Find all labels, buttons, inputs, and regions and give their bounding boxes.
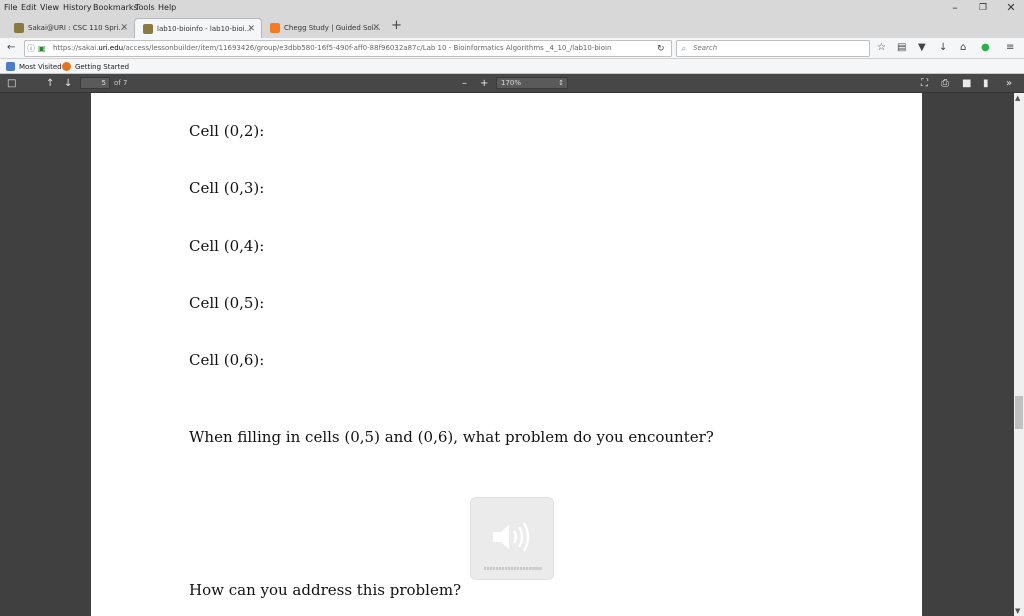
new-tab-button[interactable]: + — [391, 18, 402, 33]
chegg-icon — [270, 23, 280, 33]
zoom-select[interactable]: 170% ↕ — [496, 77, 568, 89]
firefox-icon — [62, 62, 71, 71]
tab-close-button[interactable]: ✕ — [247, 24, 255, 34]
bookmark-getting-started[interactable]: Getting Started — [62, 62, 129, 71]
chevron-down-icon: ↕ — [558, 79, 564, 87]
previous-page-icon[interactable]: ↑ — [46, 77, 54, 90]
pocket-icon[interactable]: ▼ — [918, 41, 926, 55]
menu-bookmarks[interactable]: Bookmarks — [93, 3, 138, 12]
zoom-value: 170% — [501, 79, 522, 87]
tab-chegg-study[interactable]: Chegg Study | Guided Sol... ✕ — [262, 18, 386, 38]
tab-bar: Sakai@URI : CSC 110 Spri... ✕ lab10-bioi… — [0, 16, 1024, 38]
tab-sakai-csc110[interactable]: Sakai@URI : CSC 110 Spri... ✕ — [6, 18, 134, 38]
zoom-in-button[interactable]: + — [480, 77, 488, 90]
pdf-page: Cell (0,2): Cell (0,3): Cell (0,4): Cell… — [91, 93, 922, 616]
info-icon[interactable]: ⓘ — [27, 42, 35, 56]
navigation-bar: ← ⓘ ▣ https://sakai.uri.edu/access/lesso… — [0, 38, 1024, 59]
cell-0-5-label: Cell (0,5): — [189, 294, 265, 312]
page-number-input[interactable]: 5 — [80, 77, 110, 89]
menu-file[interactable]: File — [4, 3, 17, 12]
bookmark-label: Most Visited — [19, 62, 62, 71]
cell-0-3-label: Cell (0,3): — [189, 179, 265, 197]
menu-help[interactable]: Help — [158, 3, 176, 12]
search-placeholder: Search — [693, 44, 718, 52]
cell-0-6-label: Cell (0,6): — [189, 351, 265, 369]
bookmark-star-icon[interactable]: ☆ — [877, 41, 886, 55]
question-problem: When filling in cells (0,5) and (0,6), w… — [189, 428, 714, 446]
most-visited-icon — [6, 62, 15, 71]
url-bar[interactable]: ⓘ ▣ https://sakai.uri.edu/access/lessonb… — [24, 40, 672, 57]
presentation-mode-icon[interactable]: ⛶ — [921, 77, 928, 90]
bookmark-most-visited[interactable]: Most Visited — [6, 62, 62, 71]
home-icon[interactable]: ⌂ — [960, 41, 966, 55]
maximize-button[interactable]: ❐ — [968, 0, 998, 16]
sidebar-toggle-icon[interactable]: □ — [7, 77, 16, 90]
sakai-icon — [143, 23, 153, 34]
menu-history[interactable]: History — [63, 3, 91, 12]
reload-icon[interactable]: ↻ — [657, 42, 665, 56]
cell-0-4-label: Cell (0,4): — [189, 237, 265, 255]
menu-bar: File Edit View History Bookmarks Tools H… — [0, 0, 1024, 16]
next-page-icon[interactable]: ↓ — [64, 77, 72, 90]
tab-close-button[interactable]: ✕ — [120, 23, 128, 33]
scroll-up-icon[interactable]: ▲ — [1015, 94, 1020, 102]
close-window-button[interactable]: ✕ — [996, 0, 1024, 16]
reading-list-icon[interactable]: ▤ — [897, 41, 906, 55]
tools-chevron-icon[interactable]: » — [1006, 77, 1012, 90]
grammarly-icon[interactable]: ● — [981, 41, 990, 55]
tab-label: lab10-bioinfo - lab10-bioi... — [157, 24, 252, 33]
pdf-viewer: Cell (0,2): Cell (0,3): Cell (0,4): Cell… — [0, 93, 1014, 616]
menu-tools[interactable]: Tools — [135, 3, 155, 12]
audio-progress-bar[interactable] — [484, 567, 542, 570]
tab-lab10-bioinfo[interactable]: lab10-bioinfo - lab10-bioi... ✕ — [134, 18, 262, 38]
tab-label: Chegg Study | Guided Sol... — [284, 24, 381, 32]
scrollbar-thumb[interactable] — [1015, 396, 1023, 429]
menu-edit[interactable]: Edit — [21, 3, 37, 12]
search-icon: ⌕ — [681, 44, 686, 53]
tab-label: Sakai@URI : CSC 110 Spri... — [28, 24, 126, 32]
cell-0-2-label: Cell (0,2): — [189, 122, 265, 140]
question-address: How can you address this problem? — [189, 581, 462, 599]
bookmark-icon[interactable]: ▮ — [983, 77, 989, 90]
speaker-icon — [493, 522, 530, 552]
download-icon[interactable]: ↓ — [939, 41, 947, 55]
minimize-button[interactable]: – — [940, 0, 970, 16]
zoom-out-button[interactable]: – — [462, 77, 467, 90]
lock-icon: ▣ — [38, 44, 46, 53]
menu-view[interactable]: View — [40, 3, 59, 12]
audio-player[interactable] — [470, 497, 554, 580]
page-count: of 7 — [114, 79, 128, 87]
scroll-down-icon[interactable]: ▼ — [1015, 607, 1020, 615]
tab-close-button[interactable]: ✕ — [372, 23, 380, 33]
search-input[interactable]: ⌕ Search — [676, 40, 870, 57]
vertical-scrollbar[interactable]: ▲ ▼ — [1014, 93, 1024, 616]
hamburger-menu-icon[interactable]: ≡ — [1006, 41, 1014, 55]
back-arrow-icon[interactable]: ← — [7, 41, 15, 55]
bookmarks-bar: Most Visited Getting Started — [0, 59, 1024, 74]
print-icon[interactable]: ⎙ — [941, 77, 949, 90]
url-text: https://sakai.uri.edu/access/lessonbuild… — [53, 44, 612, 52]
sakai-icon — [14, 23, 24, 33]
pdf-toolbar: □ ↑ ↓ 5 of 7 – + 170% ↕ ⛶ ⎙ ■ ▮ » — [0, 74, 1024, 93]
bookmark-label: Getting Started — [75, 62, 130, 71]
save-icon[interactable]: ■ — [962, 77, 971, 90]
